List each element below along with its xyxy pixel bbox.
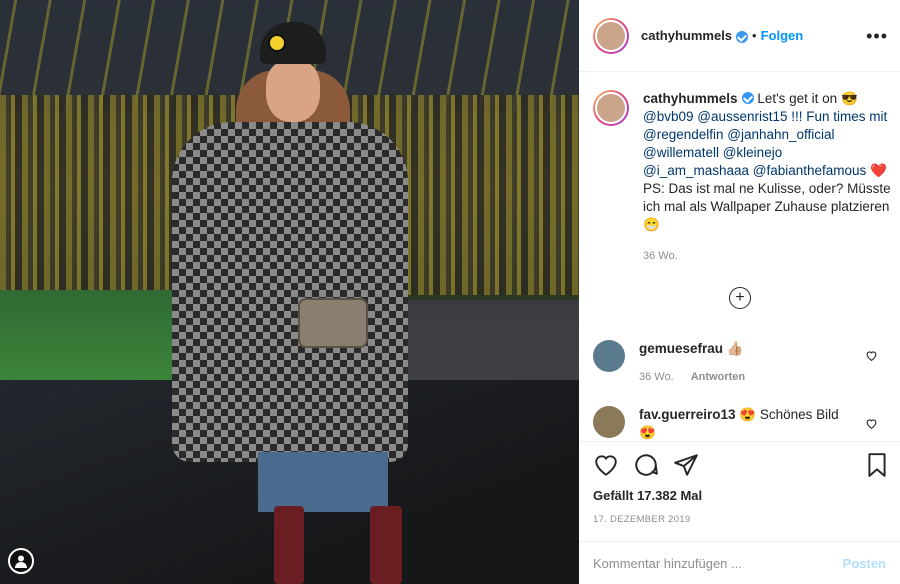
post-modal: cathyhummels • Folgen ••• cathyhummels L… <box>0 0 900 584</box>
heart-small-icon[interactable] <box>865 349 878 362</box>
checkered-coat <box>172 122 408 462</box>
actions-section: Gefällt 17.382 Mal 17. DEZEMBER 2019 <box>579 441 900 541</box>
bvb-badge <box>268 34 286 52</box>
follow-button[interactable]: Folgen <box>761 28 804 43</box>
comment-meta: 36 Wo. Antworten <box>639 368 759 386</box>
post-photo[interactable] <box>0 0 579 584</box>
comment-item: gemuesefrau 👍🏼 36 Wo. Antworten <box>593 340 893 386</box>
comment-avatar[interactable] <box>593 406 625 438</box>
user-icon[interactable] <box>8 548 34 574</box>
boot-right <box>370 506 402 584</box>
caption-mentions[interactable]: @bvb09 @aussenrist15 !!! Fun times mit @… <box>643 109 887 178</box>
heart-small-icon[interactable] <box>865 417 878 430</box>
comment-icon[interactable] <box>633 452 659 478</box>
load-more-comments-button[interactable]: + <box>729 287 751 309</box>
avatar[interactable] <box>593 17 629 54</box>
reply-button[interactable]: Antworten <box>691 371 745 383</box>
caption-avatar[interactable] <box>593 90 629 126</box>
post-button[interactable]: Posten <box>843 556 886 571</box>
likes-count[interactable]: Gefällt 17.382 Mal <box>593 488 702 503</box>
header-username[interactable]: cathyhummels <box>641 28 732 43</box>
comment-body: fav.guerreiro13 😍 Schönes Bild 😍 <box>639 406 839 442</box>
caption-username[interactable]: cathyhummels <box>643 91 738 106</box>
side-panel: cathyhummels • Folgen ••• cathyhummels L… <box>579 0 900 584</box>
caption-text: cathyhummels Let's get it on 😎 @bvb09 @a… <box>643 90 891 234</box>
action-icons <box>593 452 699 478</box>
verified-icon <box>736 30 749 43</box>
verified-icon <box>741 92 754 104</box>
comment-form: Posten <box>579 541 900 584</box>
bookmark-icon[interactable] <box>864 452 890 478</box>
comment-avatar[interactable] <box>593 340 625 372</box>
caption-time[interactable]: 36 Wo. <box>643 250 678 262</box>
face <box>266 60 320 122</box>
caption: cathyhummels Let's get it on 😎 @bvb09 @a… <box>593 90 893 234</box>
comment-username[interactable]: fav.guerreiro13 <box>639 407 736 422</box>
heart-icon[interactable] <box>593 452 619 478</box>
jeans <box>258 452 388 512</box>
boot-left <box>274 506 304 584</box>
more-icon[interactable]: ••• <box>866 26 888 47</box>
comment-time[interactable]: 36 Wo. <box>639 371 674 383</box>
handbag <box>298 298 368 348</box>
comment-body: gemuesefrau 👍🏼 36 Wo. Antworten <box>639 340 759 386</box>
share-icon[interactable] <box>673 452 699 478</box>
comment-text: 👍🏼 <box>726 341 744 356</box>
comment-input[interactable] <box>593 555 843 571</box>
caption-start: Let's get it on 😎 <box>757 91 858 106</box>
woman-figure <box>172 22 408 584</box>
comment-text: 😍 Schönes Bild <box>739 407 839 422</box>
post-header: cathyhummels • Folgen ••• <box>579 0 900 72</box>
comment-extra: 😍 <box>639 425 656 440</box>
separator-dot: • <box>752 28 757 43</box>
comment-username[interactable]: gemuesefrau <box>639 341 723 356</box>
post-date[interactable]: 17. DEZEMBER 2019 <box>593 514 691 525</box>
comment-item: fav.guerreiro13 😍 Schönes Bild 😍 <box>593 406 893 442</box>
